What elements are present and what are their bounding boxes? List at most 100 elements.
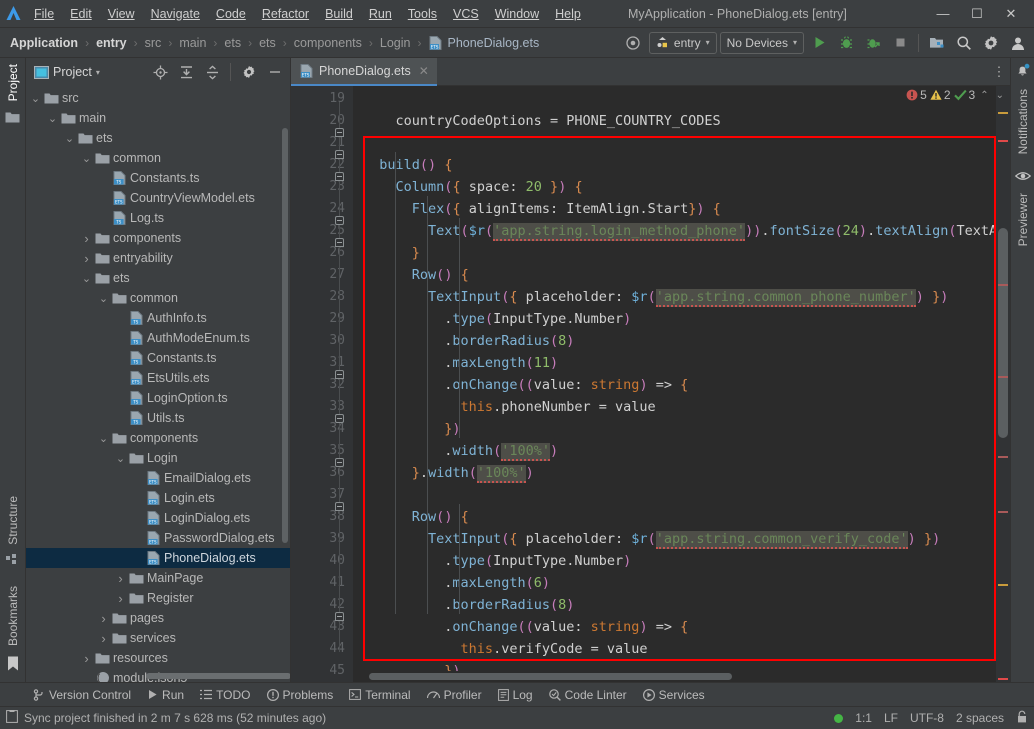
chevron-down-icon[interactable]: ⌄: [115, 452, 126, 465]
chevron-right-icon[interactable]: ›: [81, 251, 92, 266]
tree-row[interactable]: › entryability: [26, 248, 290, 268]
fold-marker[interactable]: [335, 216, 344, 225]
line-separator[interactable]: LF: [884, 711, 898, 725]
chevron-right-icon[interactable]: ›: [115, 591, 126, 606]
code-line[interactable]: [353, 88, 996, 110]
tree-row[interactable]: ›ETSCountryViewModel.ets: [26, 188, 290, 208]
sidebar-tab-project[interactable]: Project: [2, 58, 24, 107]
fold-marker[interactable]: [335, 612, 344, 621]
sidebar-tab-bookmarks[interactable]: Bookmarks: [2, 580, 24, 652]
tree-row[interactable]: › Register: [26, 588, 290, 608]
code-line[interactable]: .maxLength(6): [353, 572, 996, 594]
tree-row[interactable]: ⌄ components: [26, 428, 290, 448]
menu-refactor[interactable]: Refactor: [254, 4, 317, 24]
code-line[interactable]: [353, 132, 996, 154]
event-log-icon[interactable]: [6, 710, 18, 726]
breadcrumb-components[interactable]: components: [292, 36, 364, 50]
chevron-right-icon[interactable]: ›: [81, 651, 92, 666]
tree-row[interactable]: ⌄ main: [26, 108, 290, 128]
code-line[interactable]: .onChange((value: string) => {: [353, 616, 996, 638]
breadcrumb-application[interactable]: Application: [8, 36, 80, 50]
breadcrumb-entry[interactable]: entry: [94, 36, 129, 50]
tree-row[interactable]: ›TSLog.ts: [26, 208, 290, 228]
indent-setting[interactable]: 2 spaces: [956, 711, 1004, 725]
code-line[interactable]: countryCodeOptions = PHONE_COUNTRY_CODES: [353, 110, 996, 132]
error-marker[interactable]: [998, 456, 1008, 458]
device-selector[interactable]: No Devices ▾: [719, 31, 804, 54]
chevron-right-icon[interactable]: ›: [98, 611, 109, 626]
device-manager-icon[interactable]: [925, 31, 949, 55]
chevron-down-icon[interactable]: ⌄: [47, 112, 58, 125]
chevron-down-icon[interactable]: ⌄: [81, 152, 92, 165]
code-line[interactable]: this.phoneNumber = value: [353, 396, 996, 418]
tree-row[interactable]: ›TSConstants.ts: [26, 168, 290, 188]
tree-vertical-scrollbar[interactable]: [282, 128, 288, 543]
code-line[interactable]: .onChange((value: string) => {: [353, 374, 996, 396]
chevron-down-icon[interactable]: ⌄: [64, 132, 75, 145]
editor-gutter[interactable]: 19 20 21 22 23 24 25 26 27 28 29 30 31 32 33 34 35 36 37 38…: [291, 86, 353, 682]
expand-all-icon[interactable]: [175, 61, 197, 83]
structure-icon[interactable]: [6, 553, 19, 570]
next-problem-icon[interactable]: ⌄: [994, 90, 1006, 101]
menu-build[interactable]: Build: [317, 4, 361, 24]
bookmark-icon[interactable]: [7, 656, 19, 674]
tool-window-todo[interactable]: TODO: [193, 686, 257, 704]
error-count-badge[interactable]: 5: [906, 88, 927, 102]
lock-icon[interactable]: [1016, 710, 1028, 726]
code-line[interactable]: build() {: [353, 154, 996, 176]
menu-code[interactable]: Code: [208, 4, 254, 24]
tool-window-log[interactable]: Log: [491, 686, 540, 704]
chevron-down-icon[interactable]: ⌄: [81, 272, 92, 285]
editor-options-icon[interactable]: ⋮: [988, 58, 1010, 86]
attach-debugger-button[interactable]: [861, 31, 885, 55]
tree-row[interactable]: ›ETSPasswordDialog.ets: [26, 528, 290, 548]
close-button[interactable]: ✕: [994, 1, 1028, 27]
fold-marker[interactable]: [335, 128, 344, 137]
previous-problem-icon[interactable]: ⌃: [978, 90, 990, 101]
sidebar-tab-previewer[interactable]: Previewer: [1012, 187, 1034, 252]
error-marker[interactable]: [998, 511, 1008, 513]
breadcrumb-file[interactable]: ETS PhoneDialog.ets: [426, 35, 541, 50]
editor-tab-phonedialog[interactable]: ETS PhoneDialog.ets ✕: [291, 58, 437, 86]
tree-row[interactable]: ›TSConstants.ts: [26, 348, 290, 368]
warning-marker[interactable]: [998, 112, 1008, 114]
code-line[interactable]: .maxLength(11): [353, 352, 996, 374]
tree-row[interactable]: ›TSAuthInfo.ts: [26, 308, 290, 328]
close-icon[interactable]: ✕: [419, 64, 429, 78]
vertical-scrollbar-thumb[interactable]: [998, 228, 1008, 438]
horizontal-scrollbar[interactable]: [353, 671, 996, 682]
warning-marker[interactable]: [998, 584, 1008, 586]
chevron-down-icon[interactable]: ⌄: [98, 292, 109, 305]
tree-row[interactable]: › MainPage: [26, 568, 290, 588]
debug-button[interactable]: [834, 31, 858, 55]
minimize-button[interactable]: —: [926, 1, 960, 27]
code-line[interactable]: .type(InputType.Number): [353, 308, 996, 330]
breadcrumb-login[interactable]: Login: [378, 36, 413, 50]
project-tree[interactable]: ⌄ src ⌄ main ⌄ ets ⌄ common › TS Constants.ts › ETS C…: [26, 86, 290, 682]
tree-row[interactable]: ⌄ src: [26, 88, 290, 108]
hide-panel-icon[interactable]: [264, 61, 286, 83]
tool-window-terminal[interactable]: Terminal: [342, 686, 417, 704]
tool-window-profiler[interactable]: Profiler: [420, 686, 489, 704]
tree-row[interactable]: ›TSLoginOption.ts: [26, 388, 290, 408]
code-line[interactable]: this.verifyCode = value: [353, 638, 996, 660]
chevron-right-icon[interactable]: ›: [81, 231, 92, 246]
chevron-right-icon[interactable]: ›: [115, 571, 126, 586]
tree-row[interactable]: ⌄ common: [26, 148, 290, 168]
sidebar-tab-notifications[interactable]: Notifications: [1012, 83, 1034, 160]
menu-run[interactable]: Run: [361, 4, 400, 24]
file-encoding[interactable]: UTF-8: [910, 711, 944, 725]
error-marker[interactable]: [998, 284, 1008, 286]
breadcrumb-ets-1[interactable]: ets: [222, 36, 243, 50]
fold-marker[interactable]: [335, 414, 344, 423]
tree-row[interactable]: ⌄ common: [26, 288, 290, 308]
menu-navigate[interactable]: Navigate: [143, 4, 208, 24]
collapse-all-icon[interactable]: [201, 61, 223, 83]
error-marker[interactable]: [998, 678, 1008, 680]
breadcrumb-main[interactable]: main: [177, 36, 208, 50]
code-line[interactable]: .borderRadius(8): [353, 594, 996, 616]
menu-edit[interactable]: Edit: [62, 4, 100, 24]
tree-row[interactable]: ⌄ ets: [26, 268, 290, 288]
code-line[interactable]: [353, 484, 996, 506]
chevron-down-icon[interactable]: ⌄: [30, 92, 41, 105]
